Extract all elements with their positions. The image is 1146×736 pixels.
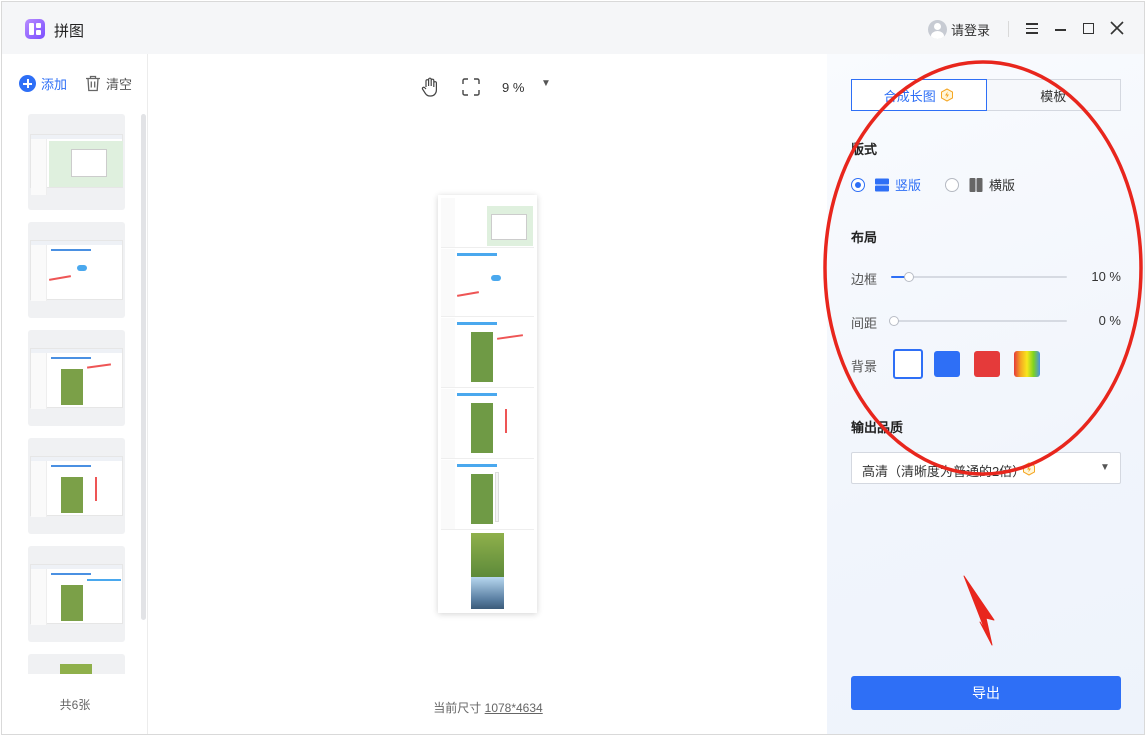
app-title: 拼图: [54, 23, 85, 40]
background-swatch-blue[interactable]: [934, 351, 960, 377]
spacing-slider[interactable]: [889, 316, 1067, 326]
app-window: 拼图 请登录 添加 清空 共6张 9 % ▼ 当前尺寸 1078*4634 合成…: [1, 1, 1145, 735]
background-label: 背景: [851, 359, 878, 374]
format-title: 版式: [851, 142, 878, 157]
background-swatch-red[interactable]: [974, 351, 1000, 377]
border-value: 10 %: [1091, 269, 1121, 284]
app-logo-icon: [25, 19, 45, 39]
thumbnail-item[interactable]: [28, 222, 125, 318]
current-size: 当前尺寸 1078*4634: [149, 699, 827, 716]
radio-horizontal[interactable]: [945, 177, 960, 192]
thumbnail-item[interactable]: [28, 438, 125, 534]
mode-tabs: 合成长图 模板: [851, 79, 1121, 111]
close-icon[interactable]: [1108, 19, 1126, 37]
add-button[interactable]: 添加: [19, 74, 67, 93]
zoom-dropdown-icon[interactable]: ▼: [541, 78, 551, 89]
vertical-layout-icon: [875, 178, 889, 191]
quality-select[interactable]: 高清（清晰度为普通的2倍） ▼: [851, 452, 1121, 484]
add-label: 添加: [41, 77, 68, 92]
thumbnail-list[interactable]: [28, 114, 125, 674]
background-swatch-rainbow[interactable]: [1014, 351, 1040, 377]
quality-title: 输出品质: [851, 420, 904, 435]
login-button[interactable]: 请登录: [928, 19, 990, 39]
avatar-icon: [928, 19, 947, 39]
spacing-value: 0 %: [1098, 313, 1121, 328]
spacing-label: 间距: [851, 316, 878, 331]
size-value-link[interactable]: 1078*4634: [485, 701, 543, 715]
chevron-down-icon: ▼: [1100, 462, 1110, 473]
thumbnail-item[interactable]: [28, 330, 125, 426]
option-vertical-label[interactable]: 竖版: [895, 175, 921, 194]
thumbnail-scrollbar[interactable]: [141, 114, 146, 620]
tab-long-image-label: 合成长图: [883, 88, 936, 104]
thumbnail-item[interactable]: [28, 114, 125, 210]
size-prefix: 当前尺寸: [433, 701, 482, 715]
vip-icon: [940, 88, 953, 102]
title-bar: 拼图 请登录: [2, 2, 1144, 54]
add-icon: [19, 75, 36, 92]
settings-panel: 合成长图 模板 版式 竖版 横版 布局 边框 10 % 间距 0 % 背景 输出…: [827, 54, 1144, 734]
maximize-icon[interactable]: [1080, 19, 1098, 37]
quality-selected-value: 高清（清晰度为普通的2倍）: [862, 464, 1026, 479]
thumbnail-item[interactable]: [28, 546, 125, 642]
image-sidebar: 添加 清空 共6张: [2, 54, 148, 734]
export-button[interactable]: 导出: [851, 676, 1121, 710]
horizontal-layout-icon: [969, 177, 983, 192]
tab-template[interactable]: 模板: [986, 79, 1121, 111]
thumbnail-item[interactable]: [28, 654, 125, 674]
spacing-slider-row: 间距 0 %: [851, 311, 1121, 331]
preview-canvas: 9 % ▼ 当前尺寸 1078*4634: [149, 54, 827, 734]
tab-long-image[interactable]: 合成长图: [851, 79, 987, 111]
titlebar-divider: [1008, 21, 1009, 37]
background-row: 背景: [851, 349, 1121, 382]
vip-icon: [1023, 462, 1035, 476]
border-label: 边框: [851, 272, 878, 287]
layout-title: 布局: [851, 230, 878, 245]
border-slider[interactable]: [891, 272, 1067, 282]
border-slider-handle[interactable]: [904, 272, 914, 282]
minimize-icon[interactable]: [1052, 19, 1070, 37]
radio-vertical[interactable]: [851, 177, 865, 192]
background-swatch-white[interactable]: [893, 349, 923, 379]
image-count: 共6张: [59, 698, 91, 712]
border-slider-row: 边框 10 %: [851, 267, 1121, 287]
clear-button[interactable]: 清空: [85, 74, 132, 93]
option-horizontal-label[interactable]: 横版: [989, 175, 1015, 194]
spacing-slider-handle[interactable]: [889, 316, 899, 326]
trash-icon: [86, 75, 100, 92]
stitched-image-preview: [438, 195, 537, 613]
fit-screen-icon[interactable]: [462, 78, 480, 96]
clear-label: 清空: [106, 77, 133, 92]
hand-icon[interactable]: [419, 76, 441, 98]
menu-icon[interactable]: [1024, 19, 1042, 37]
tab-template-label: 模板: [1040, 88, 1067, 104]
login-label: 请登录: [951, 22, 991, 38]
format-options: 竖版 横版: [851, 175, 1015, 194]
zoom-value: 9 %: [502, 80, 525, 95]
